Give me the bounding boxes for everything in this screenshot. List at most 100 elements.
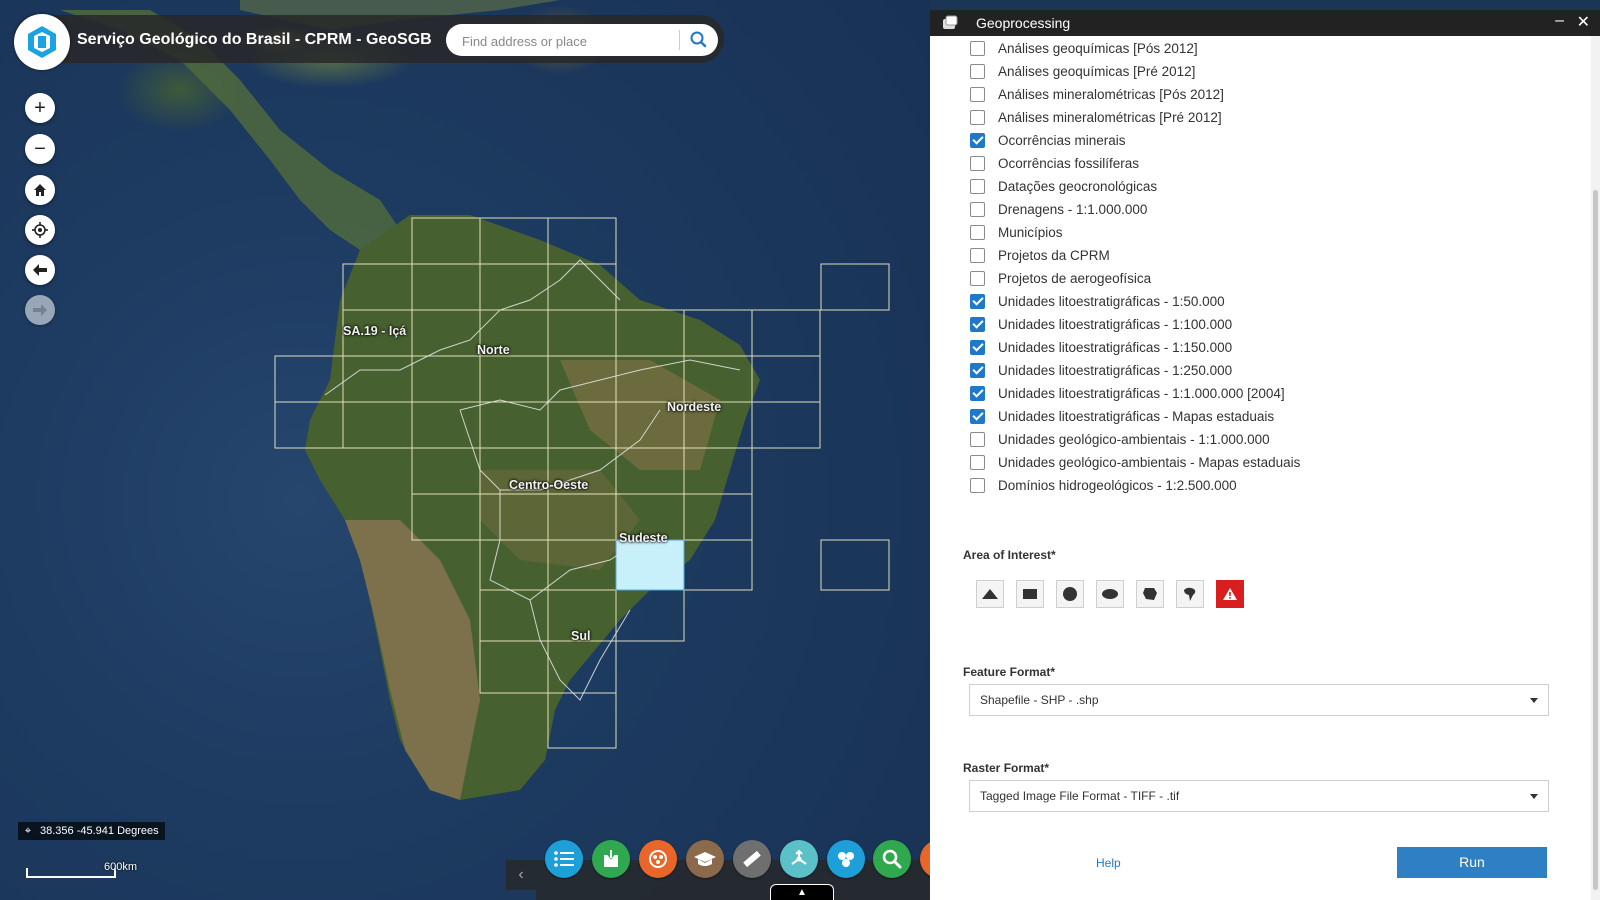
draw-freehand-button[interactable] (1176, 580, 1204, 608)
layer-row[interactable]: Projetos da CPRM (970, 245, 1110, 265)
query-icon (882, 849, 902, 869)
coordinate-text: 38.356 -45.941 Degrees (40, 825, 159, 837)
layer-row[interactable]: Unidades litoestratigráficas - 1:50.000 (970, 291, 1225, 311)
layer-checkbox[interactable] (970, 477, 985, 493)
my-location-button[interactable] (25, 215, 55, 245)
zoom-in-button[interactable]: + (25, 93, 55, 123)
education-button[interactable] (686, 840, 724, 878)
run-button[interactable]: Run (1397, 847, 1547, 878)
layer-label: Projetos de aerogeofísica (998, 270, 1152, 286)
draw-ellipse-button[interactable] (1096, 580, 1124, 608)
toolbar-previous-button[interactable]: ‹ (506, 860, 536, 890)
layer-list-button[interactable] (545, 840, 583, 878)
map-label-sa19: SA.19 - Içá (343, 324, 407, 338)
layer-row[interactable]: Unidades litoestratigráficas - 1:100.000 (970, 314, 1232, 334)
layer-checkbox[interactable] (970, 339, 985, 355)
layer-checkbox[interactable] (970, 270, 985, 286)
cluster-button[interactable] (827, 840, 865, 878)
draw-circle-button[interactable] (1056, 580, 1084, 608)
plus-icon: + (34, 96, 46, 119)
layer-row[interactable]: Projetos de aerogeofísica (970, 268, 1151, 288)
dropdown-arrow-icon (1530, 794, 1538, 799)
layer-checkbox[interactable] (970, 40, 985, 56)
map-view[interactable]: SA.19 - Içá Norte Nordeste Centro-Oeste … (0, 0, 930, 900)
layer-row[interactable]: Unidades litoestratigráficas - Mapas est… (970, 406, 1274, 426)
share-button[interactable] (780, 840, 818, 878)
warning-icon (1223, 588, 1237, 600)
layer-checkbox[interactable] (970, 431, 985, 447)
layer-checkbox[interactable] (970, 247, 985, 263)
zoom-out-button[interactable]: − (25, 134, 55, 164)
layer-row[interactable]: Unidades litoestratigráficas - 1:250.000 (970, 360, 1232, 380)
layer-checkbox[interactable] (970, 155, 985, 171)
measure-icon (743, 850, 761, 868)
geoprocessing-icon (942, 15, 958, 36)
layer-row[interactable]: Datações geocronológicas (970, 176, 1157, 196)
layer-checkbox[interactable] (970, 201, 985, 217)
panel-scrollbar-thumb[interactable] (1593, 190, 1598, 890)
layer-row[interactable]: Análises geoquímicas [Pós 2012] (970, 38, 1198, 58)
layer-label: Ocorrências fossilíferas (998, 155, 1140, 171)
layer-checkbox[interactable] (970, 178, 985, 194)
raster-format-select[interactable]: Tagged Image File Format - TIFF - .tif (969, 780, 1549, 812)
layer-checkbox[interactable] (970, 454, 985, 470)
layer-label: Unidades litoestratigráficas - 1:1.000.0… (998, 385, 1285, 401)
layer-row[interactable]: Municípios (970, 222, 1063, 242)
layer-checkbox[interactable] (970, 224, 985, 240)
search-input[interactable] (460, 30, 678, 52)
layer-checkbox[interactable] (970, 362, 985, 378)
draw-triangle-button[interactable] (976, 580, 1004, 608)
layer-row[interactable]: Ocorrências minerais (970, 130, 1126, 150)
layer-checkbox[interactable] (970, 109, 985, 125)
layer-row[interactable]: Domínios hidrogeológicos - 1:2.500.000 (970, 475, 1237, 495)
layer-list-icon (554, 851, 574, 867)
minimize-icon[interactable]: – (1555, 12, 1564, 30)
layer-checkbox[interactable] (970, 132, 985, 148)
selected-tile[interactable] (615, 539, 685, 591)
cprm-logo-icon[interactable] (14, 14, 70, 70)
bio-tool-button[interactable] (639, 840, 677, 878)
layer-row[interactable]: Análises geoquímicas [Pré 2012] (970, 61, 1195, 81)
app-title: Serviço Geológico do Brasil - CPRM - Geo… (77, 31, 432, 48)
layer-label: Unidades litoestratigráficas - 1:250.000 (998, 362, 1233, 378)
previous-extent-button[interactable] (25, 255, 55, 285)
close-icon[interactable]: ✕ (1577, 12, 1590, 32)
map-label-norte: Norte (477, 343, 510, 357)
home-button[interactable] (25, 175, 55, 205)
layer-row[interactable]: Análises mineralométricas [Pós 2012] (970, 84, 1224, 104)
layer-row[interactable]: Unidades geológico-ambientais - Mapas es… (970, 452, 1300, 472)
rectangle-icon (1023, 589, 1037, 599)
layer-checkbox[interactable] (970, 86, 985, 102)
layer-row[interactable]: Drenagens - 1:1.000.000 (970, 199, 1147, 219)
search-icon[interactable] (686, 28, 712, 52)
panel-toggle-button[interactable]: ▲ (770, 884, 834, 900)
query-button[interactable] (873, 840, 911, 878)
measure-button[interactable] (733, 840, 771, 878)
next-extent-button[interactable] (25, 295, 55, 325)
layer-row[interactable]: Unidades litoestratigráficas - 1:1.000.0… (970, 383, 1285, 403)
layer-label: Unidades litoestratigráficas - 1:150.000 (998, 339, 1233, 355)
layer-label: Drenagens - 1:1.000.000 (998, 201, 1148, 217)
layer-row[interactable]: Análises mineralométricas [Pré 2012] (970, 107, 1222, 127)
layer-label: Análises geoquímicas [Pré 2012] (998, 63, 1196, 79)
layer-checkbox[interactable] (970, 293, 985, 309)
map-label-sul: Sul (571, 629, 591, 643)
draw-rectangle-button[interactable] (1016, 580, 1044, 608)
chevron-up-icon: ▲ (797, 887, 807, 898)
draw-polygon-button[interactable] (1136, 580, 1164, 608)
layer-row[interactable]: Unidades geológico-ambientais - 1:1.000.… (970, 429, 1270, 449)
layer-checkbox[interactable] (970, 408, 985, 424)
basemap-icon (604, 850, 618, 867)
layer-checkbox[interactable] (970, 316, 985, 332)
layer-row[interactable]: Unidades litoestratigráficas - 1:150.000 (970, 337, 1232, 357)
polygon-icon (1143, 588, 1157, 600)
layer-row[interactable]: Ocorrências fossilíferas (970, 153, 1139, 173)
search-box (446, 24, 718, 56)
help-link[interactable]: Help (1096, 856, 1121, 870)
layer-checkbox[interactable] (970, 385, 985, 401)
feature-format-select[interactable]: Shapefile - SHP - .shp (969, 684, 1549, 716)
home-icon (34, 184, 46, 196)
layer-checkbox[interactable] (970, 63, 985, 79)
clear-drawing-button[interactable] (1216, 580, 1244, 608)
basemap-button[interactable] (592, 840, 630, 878)
